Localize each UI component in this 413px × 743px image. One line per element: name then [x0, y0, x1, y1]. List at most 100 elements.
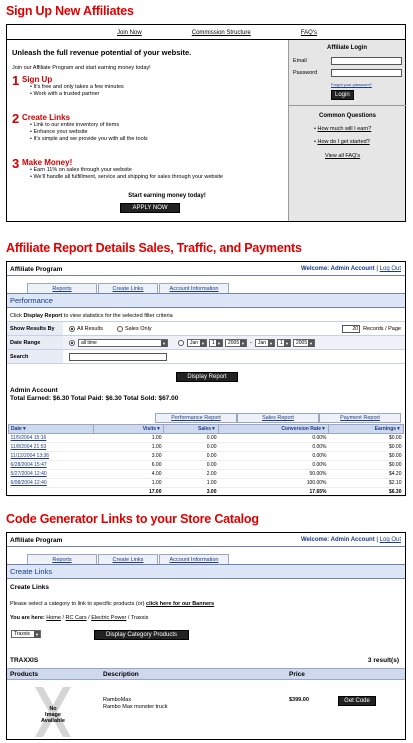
show-results-row: Show Results By All Results Sales Only 2…	[7, 322, 405, 336]
section-heading-report: Affiliate Report Details Sales, Traffic,…	[6, 241, 302, 255]
radio-sales-only[interactable]	[116, 325, 123, 332]
product-name: RamboMax	[103, 697, 132, 703]
tab-performance-report[interactable]: Performance Report	[155, 413, 237, 423]
account-links: Welcome: Admin Account | Log Out	[301, 537, 401, 543]
program-title: Affiliate Program	[10, 537, 63, 544]
total-row-date	[8, 487, 94, 497]
question-item: • How do I get started?	[314, 139, 370, 145]
signup-panel: Join Now Commission Structure FAQ's Unle…	[6, 24, 406, 222]
row-conversion: 0.00%	[218, 433, 329, 443]
signup-nav: Join Now Commission Structure FAQ's	[117, 30, 317, 36]
radio-preset-range[interactable]	[69, 339, 75, 346]
step-title: Create Links	[22, 113, 71, 122]
search-row: Search	[7, 350, 405, 364]
radio-label: Sales Only	[124, 325, 152, 332]
crumb-rc-cars[interactable]: RC Cars	[66, 615, 87, 621]
join-now-link[interactable]: Join Now	[117, 30, 142, 36]
product-price: $399.00	[289, 697, 309, 703]
row-conversion: 100.00%	[218, 478, 329, 488]
table-total-row: 17.00 3.00 17.65% $6.30	[8, 487, 404, 497]
report-panel: Affiliate Program Welcome: Admin Account…	[6, 261, 406, 497]
col-earnings[interactable]: Earnings▼	[328, 424, 404, 434]
separator: |	[376, 266, 378, 272]
from-year-select[interactable]: 2005	[225, 338, 247, 347]
row-date[interactable]: 6/08/2004 12:40	[8, 478, 94, 488]
row-date[interactable]: 11/8/2004 21:53	[8, 442, 94, 452]
faq-earn-link[interactable]: How much will I earn?	[317, 126, 371, 132]
login-button[interactable]: Login	[331, 90, 354, 100]
col-sales[interactable]: Sales▼	[163, 424, 219, 434]
instructions: Click Display Report to view statistics …	[10, 313, 173, 319]
radio-all-results[interactable]	[69, 325, 75, 332]
row-sales: 0.00	[163, 433, 219, 443]
product-description: Rambo Max monster truck	[103, 704, 168, 710]
forgot-password-link[interactable]: Forgot your password?	[331, 82, 372, 87]
row-conversion: 0.00%	[218, 460, 329, 470]
row-date[interactable]: 5/27/2004 12:40	[8, 469, 94, 479]
step-sign-up: 1 Sign Up • It's free and only takes a f…	[12, 73, 282, 98]
login-title: Affiliate Login	[327, 45, 367, 51]
date-range-row: Date Range all time Jan 1 2005 - Jan 1 2…	[7, 336, 405, 350]
range-dash: -	[250, 339, 252, 346]
col-conversion[interactable]: Conversion Rate▼	[218, 424, 329, 434]
row-date[interactable]: 6/28/2004 15:47	[8, 460, 94, 470]
commission-structure-link[interactable]: Commission Structure	[192, 30, 251, 36]
crumb-electric-power[interactable]: Electric Power	[91, 615, 126, 621]
category-instructions: Please select a category to link to spec…	[10, 601, 215, 607]
radio-custom-range[interactable]	[178, 339, 184, 346]
account-links: Welcome: Admin Account | Log Out	[301, 266, 401, 272]
to-month-select[interactable]: Jan	[255, 338, 275, 347]
step-create-links: 2 Create Links • Link to our entire inve…	[12, 111, 282, 143]
date-range-label: Date Range	[7, 336, 63, 349]
logout-link[interactable]: Log Out	[380, 537, 401, 543]
from-month-select[interactable]: Jan	[187, 338, 207, 347]
faq-get-started-link[interactable]: How do I get started?	[317, 139, 369, 145]
display-report-button[interactable]: Display Report	[176, 372, 238, 382]
apply-now-button[interactable]: APPLY NOW	[120, 203, 180, 213]
category-select[interactable]: Traxxis	[11, 630, 41, 638]
display-category-products-button[interactable]: Display Category Products	[94, 630, 189, 640]
email-field[interactable]	[331, 57, 402, 65]
cta-text: Start earning money today!	[128, 193, 206, 199]
results-title: TRAXXIS	[10, 657, 39, 664]
step-bullet: • It's free and only takes a few minutes	[30, 84, 124, 90]
date-range-select[interactable]: all time	[78, 338, 168, 347]
col-visits[interactable]: Visits▼	[93, 424, 164, 434]
col-date[interactable]: Date▼	[8, 424, 94, 434]
header-products: Products	[10, 671, 39, 678]
row-date[interactable]: 11/5/2004 15:16	[8, 433, 94, 443]
password-field[interactable]	[331, 69, 402, 77]
view-all-faqs-link[interactable]: View all FAQ's	[325, 153, 360, 159]
banners-link[interactable]: click here for our Banners	[146, 601, 214, 607]
faqs-link[interactable]: FAQ's	[301, 30, 317, 36]
step-number-3: 3	[12, 156, 20, 171]
account-totals: Total Earned: $6.30 Total Paid: $6.30 To…	[10, 395, 179, 402]
logout-link[interactable]: Log Out	[380, 266, 401, 272]
crumb-home[interactable]: Home	[46, 615, 61, 621]
step-bullet: • It's simple and we provide you with al…	[30, 136, 148, 142]
breadcrumb: You are here: Home / RC Cars / Electric …	[10, 615, 149, 621]
row-visits: 3.00	[93, 451, 164, 461]
search-input[interactable]	[69, 352, 167, 361]
step-number-1: 1	[12, 73, 20, 88]
to-day-select[interactable]: 1	[277, 338, 291, 347]
get-code-button[interactable]: Get Code	[338, 696, 376, 706]
row-earnings: $0.00	[328, 442, 404, 452]
filter-form: Show Results By All Results Sales Only 2…	[7, 321, 405, 364]
row-visits: 1.00	[93, 433, 164, 443]
account-name: Admin Account	[10, 387, 58, 394]
row-visits: 4.00	[93, 469, 164, 479]
row-date[interactable]: 11/12/2004 13:36	[8, 451, 94, 461]
to-year-select[interactable]: 2005	[293, 338, 315, 347]
tab-sales-report[interactable]: Sales Report	[237, 413, 319, 423]
table-header-row: Date▼ Visits▼ Sales▼ Conversion Rate▼ Ea…	[8, 424, 404, 434]
tab-payment-report[interactable]: Payment Report	[319, 413, 401, 423]
separator: |	[376, 537, 378, 543]
records-per-page-input[interactable]: 20	[342, 324, 361, 333]
total-row-sales: 3.00	[163, 487, 219, 497]
row-sales: 0.00	[163, 451, 219, 461]
question-item: • How much will I earn?	[314, 126, 372, 132]
from-day-select[interactable]: 1	[209, 338, 223, 347]
row-earnings: $4.20	[328, 469, 404, 479]
page-title-bar: Performance	[7, 293, 405, 308]
